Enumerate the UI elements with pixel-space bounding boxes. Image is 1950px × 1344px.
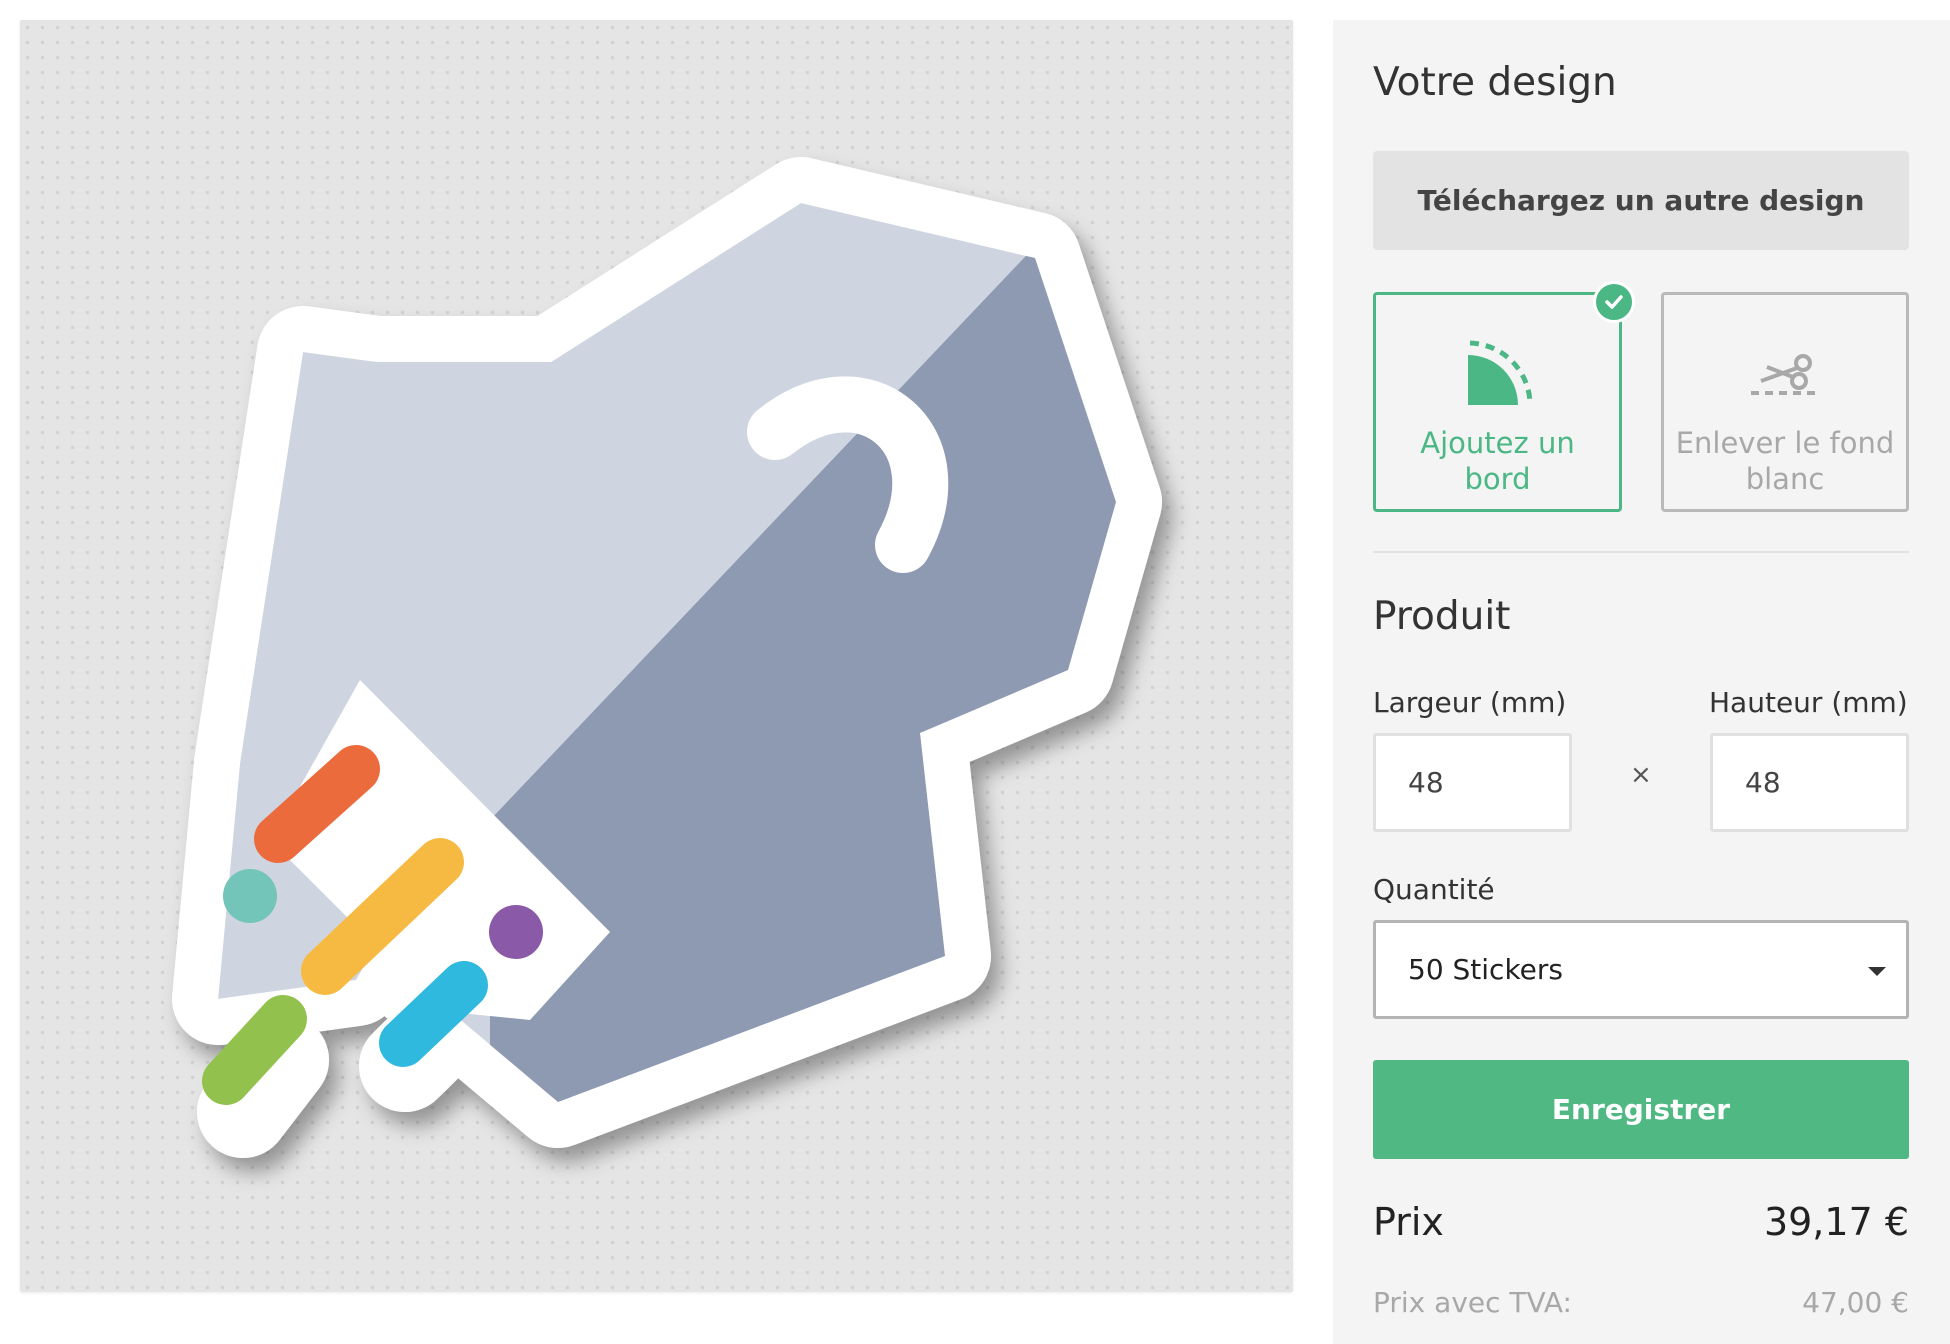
dimension-times-symbol: × [1630, 760, 1652, 790]
remove-white-background-option[interactable]: Enlever le fond blanc [1661, 292, 1909, 512]
price-vat-label: Prix avec TVA: [1373, 1286, 1572, 1319]
price-label: Prix [1373, 1200, 1444, 1244]
width-label: Largeur (mm) [1373, 686, 1567, 719]
chevron-down-icon [1868, 967, 1886, 976]
width-input[interactable] [1373, 733, 1572, 832]
scissors-icon [1751, 354, 1815, 395]
height-input[interactable] [1710, 733, 1909, 832]
remove-background-label: Enlever le fond blanc [1675, 426, 1895, 496]
quantity-selected-value: 50 Stickers [1408, 953, 1563, 986]
border-icon [1467, 340, 1532, 405]
save-button[interactable]: Enregistrer [1373, 1060, 1909, 1159]
quantity-select[interactable]: 50 Stickers [1373, 920, 1909, 1019]
design-section-title: Votre design [1373, 60, 1617, 105]
add-border-option[interactable]: Ajoutez un bord [1373, 281, 1635, 512]
price-vat-value: 47,00 € [1802, 1286, 1909, 1319]
quantity-label: Quantité [1373, 873, 1495, 906]
section-divider [1373, 551, 1909, 553]
sticker-rocket-illustration [172, 157, 1162, 1158]
design-panel: Votre design Téléchargez un autre design… [1333, 20, 1950, 1344]
upload-another-design-button[interactable]: Téléchargez un autre design [1373, 151, 1909, 250]
add-border-label: Ajoutez un bord [1420, 426, 1575, 496]
design-preview-canvas [20, 20, 1293, 1292]
exhaust-dot-teal [223, 869, 277, 923]
selected-check-icon [1593, 281, 1635, 323]
height-label: Hauteur (mm) [1709, 686, 1908, 719]
price-value: 39,17 € [1763, 1200, 1909, 1244]
product-section-title: Produit [1373, 594, 1511, 639]
exhaust-dot-purple [489, 905, 543, 959]
